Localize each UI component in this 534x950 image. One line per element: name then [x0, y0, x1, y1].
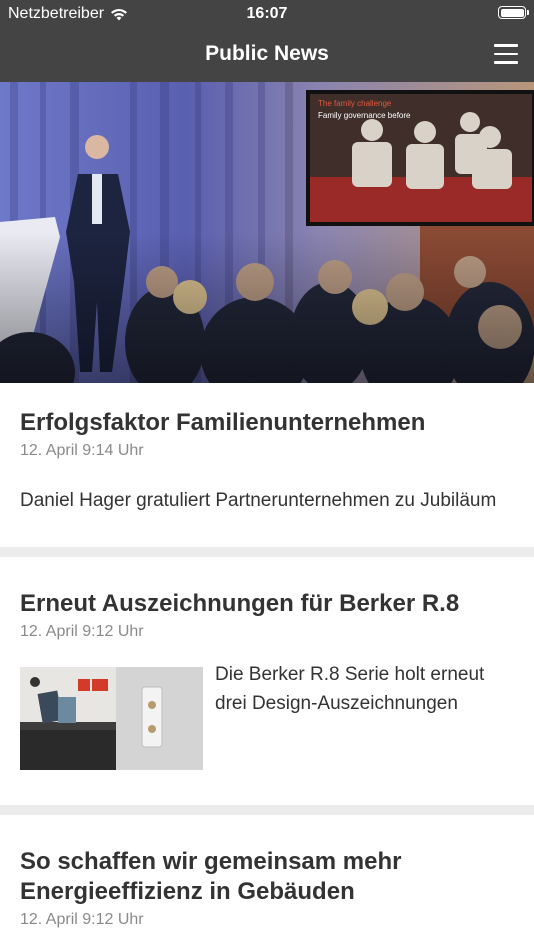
hero-image[interactable]: The family challenge Family governance b… — [0, 82, 534, 383]
article-date: 12. April 9:14 Uhr — [20, 442, 144, 459]
article-title-line-2[interactable]: Energieeffizienz in Gebäuden — [20, 877, 514, 907]
screen-caption-1: The family challenge — [318, 99, 392, 108]
divider — [0, 805, 534, 815]
article-title-line-1[interactable]: So schaffen wir gemeinsam mehr — [20, 847, 514, 877]
conference-photo: The family challenge Family governance b… — [0, 82, 534, 383]
navigation-bar: Public News — [0, 28, 534, 82]
article-date: 12. April 9:12 Uhr — [20, 911, 144, 928]
hamburger-menu-icon[interactable] — [494, 44, 518, 64]
article-title[interactable]: Erfolgsfaktor Familienunternehmen — [20, 408, 514, 438]
article-teaser: Die Berker R.8 Serie holt erneut drei De… — [215, 664, 485, 714]
battery-icon — [498, 6, 529, 19]
divider — [0, 547, 534, 557]
status-bar: Netzbetreiber 16:07 — [0, 0, 534, 28]
screen-caption-2: Family governance before — [318, 111, 411, 120]
article-date: 12. April 9:12 Uhr — [20, 623, 144, 640]
berker-r8-photo — [20, 667, 203, 770]
page-title: Public News — [205, 42, 329, 65]
article-title[interactable]: Erneut Auszeichnungen für Berker R.8 — [20, 589, 514, 619]
article-teaser: Daniel Hager gratuliert Partnerunternehm… — [20, 490, 497, 511]
article-thumbnail[interactable] — [20, 667, 203, 770]
status-time: 16:07 — [246, 5, 288, 22]
